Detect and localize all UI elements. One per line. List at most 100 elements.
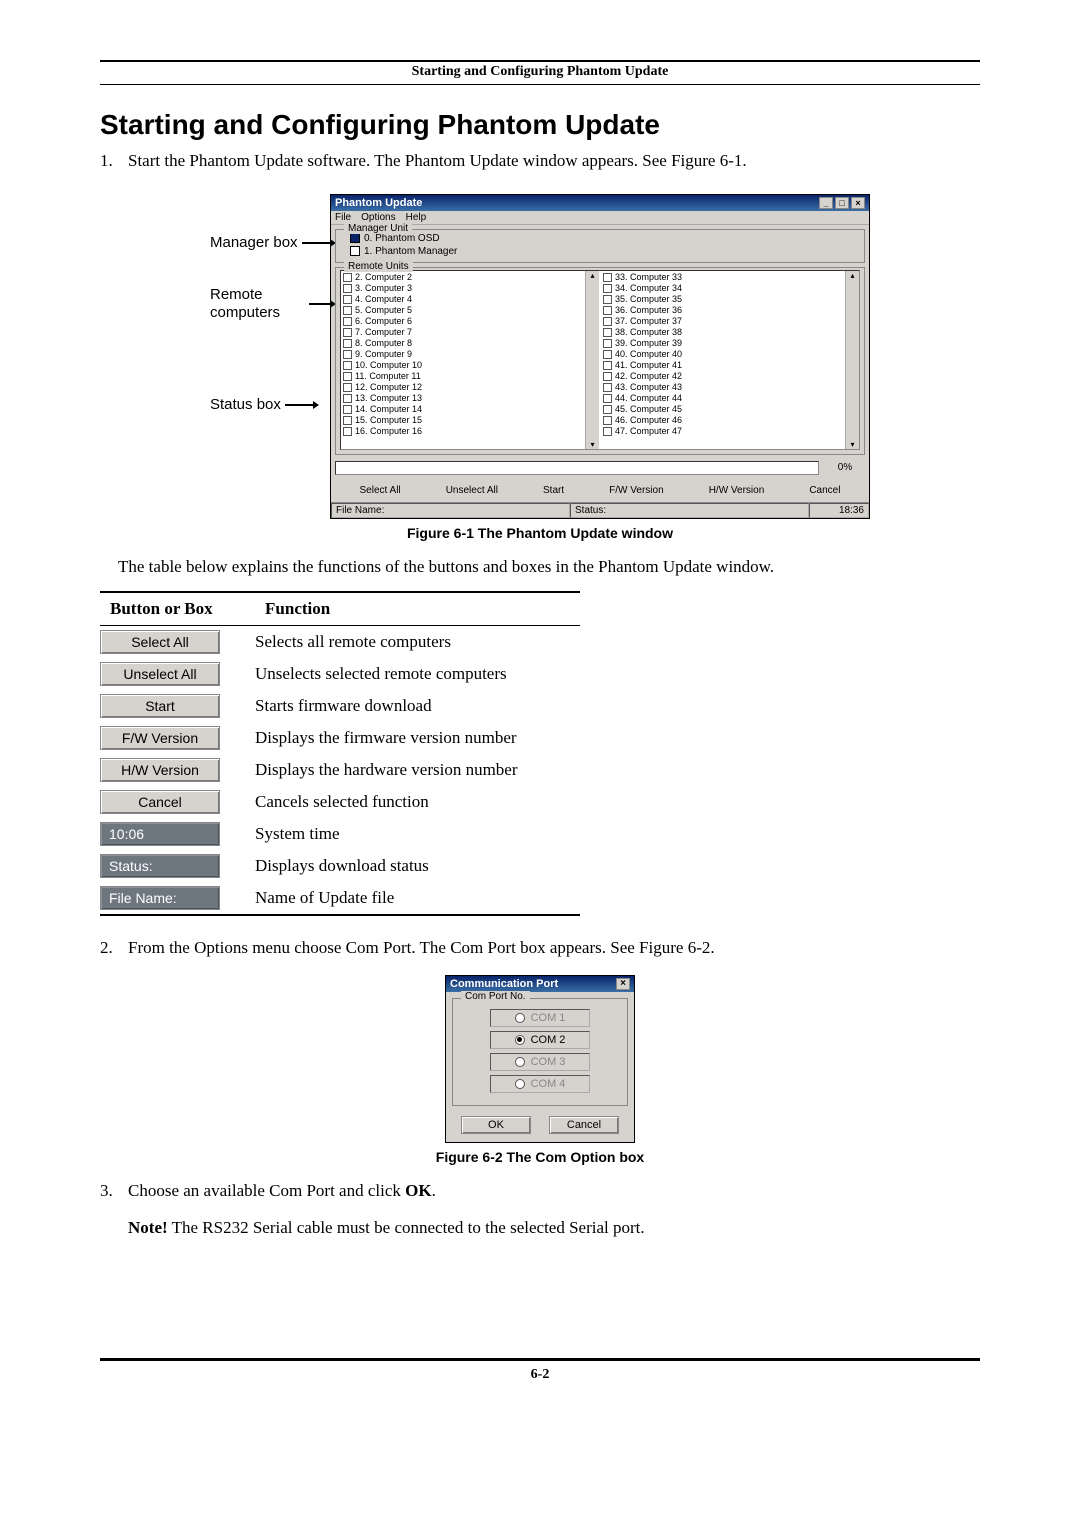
checkbox-icon[interactable]: [343, 317, 352, 326]
list-item[interactable]: 7. Computer 7: [343, 327, 581, 338]
menu-options[interactable]: Options: [361, 212, 395, 223]
list-item[interactable]: 4. Computer 4: [343, 294, 581, 305]
cancel-button[interactable]: Cancel: [809, 485, 840, 496]
page-title: Starting and Configuring Phantom Update: [100, 109, 980, 141]
checkbox-icon[interactable]: [603, 405, 612, 414]
unselect-all-button[interactable]: Unselect All: [446, 485, 498, 496]
list-item[interactable]: 34. Computer 34: [603, 283, 841, 294]
checkbox-icon[interactable]: [343, 416, 352, 425]
list-item[interactable]: 14. Computer 14: [343, 404, 581, 415]
ok-button[interactable]: OK: [461, 1116, 531, 1134]
list-item[interactable]: 8. Computer 8: [343, 338, 581, 349]
checkbox-icon[interactable]: [343, 306, 352, 315]
scroll-up-icon[interactable]: ▴: [850, 271, 854, 280]
list-item[interactable]: 45. Computer 45: [603, 404, 841, 415]
list-item[interactable]: 36. Computer 36: [603, 305, 841, 316]
menu-help[interactable]: Help: [406, 212, 427, 223]
checkbox-icon[interactable]: [343, 361, 352, 370]
radio-icon[interactable]: [515, 1057, 525, 1067]
list-item[interactable]: 43. Computer 43: [603, 382, 841, 393]
list-item[interactable]: 10. Computer 10: [343, 360, 581, 371]
scrollbar[interactable]: ▴▾: [845, 271, 859, 449]
select-all-button[interactable]: Select All: [360, 485, 401, 496]
minimize-icon[interactable]: _: [819, 197, 833, 209]
checkbox-icon[interactable]: [603, 339, 612, 348]
maximize-icon[interactable]: □: [835, 197, 849, 209]
com-port-option[interactable]: COM 2: [490, 1031, 590, 1049]
scroll-up-icon[interactable]: ▴: [590, 271, 594, 280]
list-item[interactable]: 42. Computer 42: [603, 371, 841, 382]
com-port-option[interactable]: COM 1: [490, 1009, 590, 1027]
checkbox-icon[interactable]: [603, 383, 612, 392]
start-button[interactable]: Start: [543, 485, 564, 496]
list-item[interactable]: 47. Computer 47: [603, 426, 841, 437]
checkbox-icon[interactable]: [603, 317, 612, 326]
checkbox-icon[interactable]: [343, 328, 352, 337]
checkbox-icon[interactable]: [343, 427, 352, 436]
list-item[interactable]: 39. Computer 39: [603, 338, 841, 349]
list-item[interactable]: 2. Computer 2: [343, 272, 581, 283]
checkbox-icon[interactable]: [343, 394, 352, 403]
checkbox-icon[interactable]: [343, 284, 352, 293]
list-item[interactable]: 3. Computer 3: [343, 283, 581, 294]
list-item[interactable]: 16. Computer 16: [343, 426, 581, 437]
checkbox-icon[interactable]: [603, 328, 612, 337]
scroll-down-icon[interactable]: ▾: [590, 440, 594, 449]
list-item[interactable]: 37. Computer 37: [603, 316, 841, 327]
checkbox-icon[interactable]: [603, 284, 612, 293]
list-item[interactable]: 11. Computer 11: [343, 371, 581, 382]
checkbox-icon[interactable]: [343, 372, 352, 381]
list-item[interactable]: 6. Computer 6: [343, 316, 581, 327]
scrollbar[interactable]: ▴▾: [585, 271, 599, 449]
function-cell: Cancels selected function: [255, 786, 580, 818]
checkbox-icon[interactable]: [343, 339, 352, 348]
checkbox-icon[interactable]: [603, 394, 612, 403]
radio-icon[interactable]: [515, 1079, 525, 1089]
list-item[interactable]: 35. Computer 35: [603, 294, 841, 305]
close-icon[interactable]: ×: [851, 197, 865, 209]
list-item[interactable]: 12. Computer 12: [343, 382, 581, 393]
com-port-option[interactable]: COM 4: [490, 1075, 590, 1093]
scroll-down-icon[interactable]: ▾: [850, 440, 854, 449]
checkbox-icon[interactable]: [343, 383, 352, 392]
list-item[interactable]: 38. Computer 38: [603, 327, 841, 338]
cancel-button[interactable]: Cancel: [549, 1116, 619, 1134]
close-icon[interactable]: ×: [616, 978, 630, 990]
checkbox-icon[interactable]: [343, 350, 352, 359]
checkbox-icon[interactable]: [343, 295, 352, 304]
checkbox-icon[interactable]: [603, 295, 612, 304]
list-item[interactable]: 46. Computer 46: [603, 415, 841, 426]
status-time: 18:36: [809, 503, 869, 518]
list-item[interactable]: 41. Computer 41: [603, 360, 841, 371]
list-item[interactable]: 33. Computer 33: [603, 272, 841, 283]
checkbox-icon[interactable]: [350, 233, 360, 243]
radio-icon[interactable]: [515, 1035, 525, 1045]
menu-file[interactable]: File: [335, 212, 351, 223]
table-head-button: Button or Box: [100, 592, 255, 626]
checkbox-icon[interactable]: [343, 273, 352, 282]
checkbox-icon[interactable]: [603, 372, 612, 381]
list-item[interactable]: 44. Computer 44: [603, 393, 841, 404]
com-port-group: Com Port No. COM 1COM 2COM 3COM 4: [452, 998, 628, 1106]
page-number: 6-2: [100, 1363, 980, 1383]
list-item-label: 44. Computer 44: [615, 393, 682, 403]
radio-icon[interactable]: [515, 1013, 525, 1023]
list-item[interactable]: 5. Computer 5: [343, 305, 581, 316]
list-item[interactable]: 13. Computer 13: [343, 393, 581, 404]
checkbox-icon[interactable]: [603, 416, 612, 425]
checkbox-icon[interactable]: [603, 361, 612, 370]
checkbox-icon[interactable]: [350, 246, 360, 256]
hw-version-button[interactable]: H/W Version: [709, 485, 765, 496]
checkbox-icon[interactable]: [603, 306, 612, 315]
list-item[interactable]: 15. Computer 15: [343, 415, 581, 426]
com-port-option[interactable]: COM 3: [490, 1053, 590, 1071]
button-chip: Start: [100, 694, 220, 718]
list-item-label: 10. Computer 10: [355, 360, 422, 370]
checkbox-icon[interactable]: [603, 350, 612, 359]
fw-version-button[interactable]: F/W Version: [609, 485, 663, 496]
checkbox-icon[interactable]: [603, 427, 612, 436]
checkbox-icon[interactable]: [343, 405, 352, 414]
list-item[interactable]: 9. Computer 9: [343, 349, 581, 360]
checkbox-icon[interactable]: [603, 273, 612, 282]
list-item[interactable]: 40. Computer 40: [603, 349, 841, 360]
